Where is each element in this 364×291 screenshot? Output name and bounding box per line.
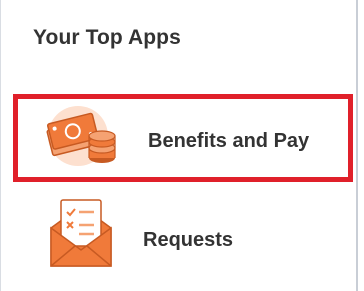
panel-title: Your Top Apps <box>33 26 181 49</box>
money-bills-coins-icon <box>44 102 124 174</box>
app-label: Benefits and Pay <box>148 130 310 152</box>
app-label: Requests <box>143 229 234 251</box>
envelope-checklist-icon <box>43 196 123 268</box>
top-apps-panel: Your Top Apps Benefits and Pay Requests <box>0 0 358 291</box>
app-benefits-and-pay[interactable]: Benefits and Pay <box>13 94 353 182</box>
app-requests[interactable]: Requests <box>13 194 353 282</box>
